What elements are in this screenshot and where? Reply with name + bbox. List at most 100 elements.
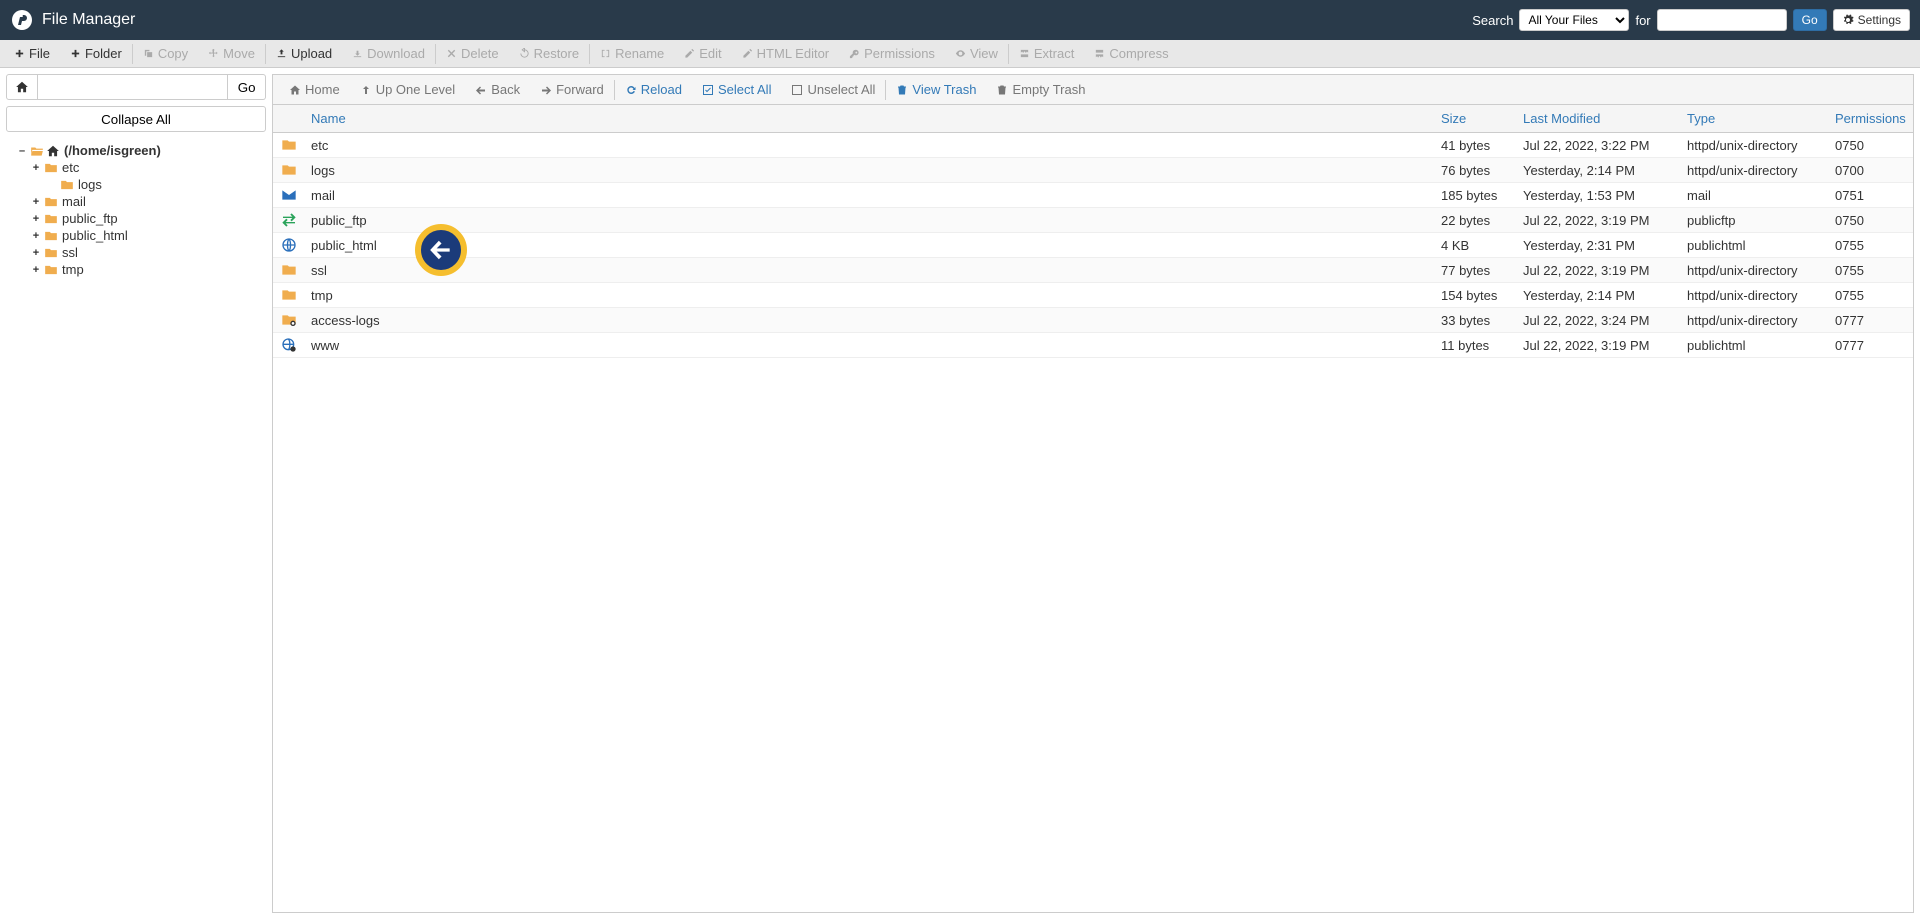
cell-permissions: 0700 bbox=[1827, 163, 1913, 178]
edit-button[interactable]: Edit bbox=[674, 40, 731, 67]
tree-item-public_ftp[interactable]: + public_ftp bbox=[6, 210, 266, 227]
cell-modified: Yesterday, 1:53 PM bbox=[1515, 188, 1679, 203]
restore-button[interactable]: Restore bbox=[509, 40, 590, 67]
arrow-left-icon bbox=[475, 84, 487, 96]
up-button[interactable]: Up One Level bbox=[350, 75, 466, 104]
folder-icon bbox=[44, 263, 58, 277]
tree-root[interactable]: – (/home/isgreen) bbox=[6, 142, 266, 159]
move-icon bbox=[208, 48, 219, 59]
plus-icon bbox=[14, 48, 25, 59]
col-type[interactable]: Type bbox=[1679, 111, 1827, 126]
search-go-button[interactable]: Go bbox=[1793, 9, 1827, 31]
permissions-button[interactable]: Permissions bbox=[839, 40, 945, 67]
rename-button[interactable]: Rename bbox=[590, 40, 674, 67]
view-trash-button[interactable]: View Trash bbox=[886, 75, 986, 104]
cell-permissions: 0777 bbox=[1827, 313, 1913, 328]
path-input[interactable] bbox=[38, 74, 228, 100]
arrow-right-icon bbox=[540, 84, 552, 96]
reload-icon bbox=[625, 84, 637, 96]
path-nav: Go bbox=[6, 74, 266, 100]
collapse-all-button[interactable]: Collapse All bbox=[6, 106, 266, 132]
cell-modified: Jul 22, 2022, 3:19 PM bbox=[1515, 213, 1679, 228]
cell-size: 11 bytes bbox=[1433, 338, 1515, 353]
cell-permissions: 0750 bbox=[1827, 213, 1913, 228]
table-row[interactable]: public_html 4 KB Yesterday, 2:31 PM publ… bbox=[273, 233, 1913, 258]
cell-permissions: 0750 bbox=[1827, 138, 1913, 153]
search-scope-select[interactable]: All Your Files bbox=[1519, 9, 1629, 31]
folder-button[interactable]: Folder bbox=[60, 40, 132, 67]
col-size[interactable]: Size bbox=[1433, 111, 1515, 126]
home-path-button[interactable] bbox=[6, 74, 38, 100]
path-go-button[interactable]: Go bbox=[228, 74, 266, 100]
folder-icon bbox=[44, 161, 58, 175]
table-row[interactable]: www 11 bytes Jul 22, 2022, 3:19 PM publi… bbox=[273, 333, 1913, 358]
cell-size: 41 bytes bbox=[1433, 138, 1515, 153]
cell-name: mail bbox=[303, 188, 1433, 203]
right-panel: Home Up One Level Back Forward Reload Se… bbox=[272, 74, 1914, 913]
reload-button[interactable]: Reload bbox=[615, 75, 692, 104]
table-row[interactable]: etc 41 bytes Jul 22, 2022, 3:22 PM httpd… bbox=[273, 133, 1913, 158]
unselect-all-button[interactable]: Unselect All bbox=[781, 75, 885, 104]
folder-icon bbox=[44, 195, 58, 209]
table-row[interactable]: ssl 77 bytes Jul 22, 2022, 3:19 PM httpd… bbox=[273, 258, 1913, 283]
home-button[interactable]: Home bbox=[279, 75, 350, 104]
folder-icon bbox=[281, 287, 297, 303]
html-editor-button[interactable]: HTML Editor bbox=[732, 40, 839, 67]
move-button[interactable]: Move bbox=[198, 40, 265, 67]
select-all-button[interactable]: Select All bbox=[692, 75, 781, 104]
check-square-icon bbox=[702, 84, 714, 96]
col-permissions[interactable]: Permissions bbox=[1827, 111, 1913, 126]
forward-button[interactable]: Forward bbox=[530, 75, 614, 104]
folder-icon bbox=[60, 178, 74, 192]
key-icon bbox=[849, 48, 860, 59]
table-row[interactable]: mail 185 bytes Yesterday, 1:53 PM mail 0… bbox=[273, 183, 1913, 208]
cell-size: 77 bytes bbox=[1433, 263, 1515, 278]
globe-link-icon bbox=[281, 337, 297, 353]
folder-icon bbox=[281, 262, 297, 278]
cell-modified: Yesterday, 2:14 PM bbox=[1515, 288, 1679, 303]
table-row[interactable]: logs 76 bytes Yesterday, 2:14 PM httpd/u… bbox=[273, 158, 1913, 183]
download-button[interactable]: Download bbox=[342, 40, 435, 67]
home-icon bbox=[289, 84, 301, 96]
cell-type: httpd/unix-directory bbox=[1679, 288, 1827, 303]
cell-name: etc bbox=[303, 138, 1433, 153]
table-row[interactable]: access-logs 33 bytes Jul 22, 2022, 3:24 … bbox=[273, 308, 1913, 333]
empty-trash-button[interactable]: Empty Trash bbox=[986, 75, 1095, 104]
cell-name: www bbox=[303, 338, 1433, 353]
cell-type: httpd/unix-directory bbox=[1679, 263, 1827, 278]
view-button[interactable]: View bbox=[945, 40, 1008, 67]
cell-permissions: 0777 bbox=[1827, 338, 1913, 353]
tree-item-mail[interactable]: + mail bbox=[6, 193, 266, 210]
settings-button[interactable]: Settings bbox=[1833, 9, 1910, 31]
search-input[interactable] bbox=[1657, 9, 1787, 31]
cell-permissions: 0755 bbox=[1827, 288, 1913, 303]
back-button[interactable]: Back bbox=[465, 75, 530, 104]
col-name[interactable]: Name bbox=[303, 111, 1433, 126]
download-icon bbox=[352, 48, 363, 59]
extract-icon bbox=[1019, 48, 1030, 59]
copy-button[interactable]: Copy bbox=[133, 40, 198, 67]
cell-name: public_ftp bbox=[303, 213, 1433, 228]
col-modified[interactable]: Last Modified bbox=[1515, 111, 1679, 126]
app-logo: File Manager bbox=[10, 8, 135, 32]
table-body: etc 41 bytes Jul 22, 2022, 3:22 PM httpd… bbox=[273, 133, 1913, 912]
tree-item-ssl[interactable]: + ssl bbox=[6, 244, 266, 261]
cell-permissions: 0751 bbox=[1827, 188, 1913, 203]
table-row[interactable]: tmp 154 bytes Yesterday, 2:14 PM httpd/u… bbox=[273, 283, 1913, 308]
cell-name: ssl bbox=[303, 263, 1433, 278]
trash-icon bbox=[896, 84, 908, 96]
main-toolbar: File Folder Copy Move Upload Download De… bbox=[0, 40, 1920, 68]
file-button[interactable]: File bbox=[4, 40, 60, 67]
compress-button[interactable]: Compress bbox=[1084, 40, 1178, 67]
extract-button[interactable]: Extract bbox=[1009, 40, 1084, 67]
table-row[interactable]: public_ftp 22 bytes Jul 22, 2022, 3:19 P… bbox=[273, 208, 1913, 233]
tree-item-logs[interactable]: logs bbox=[6, 176, 266, 193]
cell-size: 154 bytes bbox=[1433, 288, 1515, 303]
tree-item-tmp[interactable]: + tmp bbox=[6, 261, 266, 278]
cell-name: logs bbox=[303, 163, 1433, 178]
app-header: File Manager Search All Your Files for G… bbox=[0, 0, 1920, 40]
delete-button[interactable]: Delete bbox=[436, 40, 509, 67]
upload-button[interactable]: Upload bbox=[266, 40, 342, 67]
tree-item-public_html[interactable]: + public_html bbox=[6, 227, 266, 244]
tree-item-etc[interactable]: + etc bbox=[6, 159, 266, 176]
